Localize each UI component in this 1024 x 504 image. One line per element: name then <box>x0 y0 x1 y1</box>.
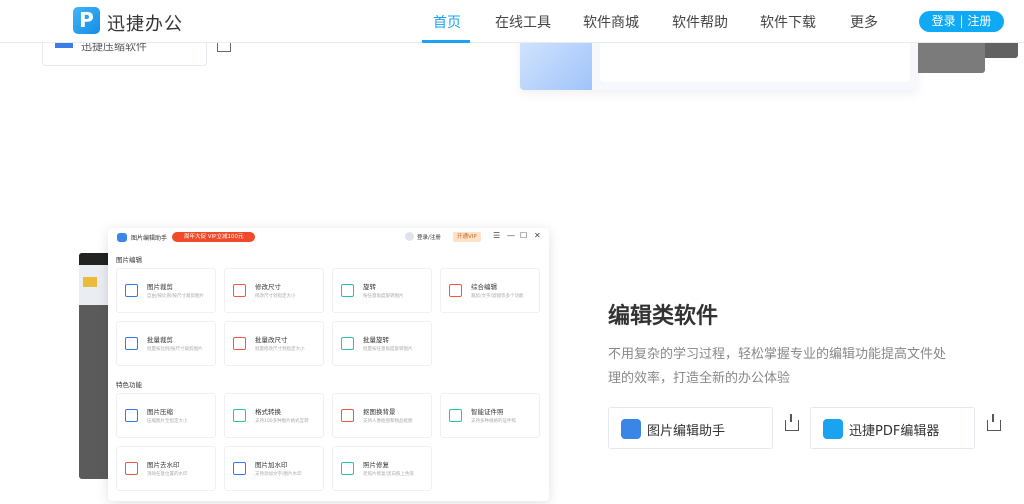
minimize-icon[interactable]: — <box>507 231 515 240</box>
tool-desc: 支持100多种图片格式互转 <box>255 419 309 424</box>
nav-software-download[interactable]: 软件下载 <box>760 12 816 32</box>
vip-button[interactable]: 开通VIP <box>453 232 481 242</box>
nav-more[interactable]: 更多 <box>850 12 878 32</box>
tool-card[interactable]: 旋转按任意角度旋转图片 <box>332 268 432 313</box>
tool-icon <box>341 337 354 350</box>
tool-card[interactable]: 抠图换背景支持人像抠图和物品抠图 <box>332 393 432 438</box>
nav-software-help[interactable]: 软件帮助 <box>672 12 728 32</box>
product-image-editor[interactable]: 图片编辑助手 <box>608 407 773 449</box>
folder-icon <box>83 277 97 287</box>
tool-card[interactable]: 图片去水印消除任意位置的水印 <box>116 446 216 491</box>
tool-desc: 修改尺寸到指定大小 <box>255 294 296 299</box>
tool-card[interactable]: 修改尺寸修改尺寸到指定大小 <box>224 268 324 313</box>
tool-title: 图片裁剪 <box>147 283 173 291</box>
nav-software-store[interactable]: 软件商城 <box>583 12 639 32</box>
tool-icon <box>449 284 462 297</box>
close-icon[interactable]: ✕ <box>534 231 541 240</box>
tool-desc: 消除任意位置的水印 <box>147 472 188 477</box>
tool-desc: 自由/按比例/按尺寸裁剪图片 <box>147 294 205 299</box>
tool-card[interactable]: 综合编辑裁剪/文字/滤镜等多个功能 <box>440 268 540 313</box>
tool-desc: 裁剪/文字/滤镜等多个功能 <box>471 294 524 299</box>
pdf-editor-icon <box>823 419 843 439</box>
feature-desc: 不用复杂的学习过程，轻松掌握专业的编辑功能提高文件处 <box>608 347 947 362</box>
tool-icon <box>341 409 354 422</box>
product-label: 迅捷PDF编辑器 <box>849 424 940 439</box>
tool-title: 照片修复 <box>363 461 389 469</box>
login-register-button[interactable]: 登录 | 注册 <box>919 11 1004 32</box>
site-header: P 迅捷办公 首页 在线工具 软件商城 软件帮助 软件下载 更多 登录 | 注册 <box>0 0 1024 43</box>
nav-home[interactable]: 首页 <box>433 12 461 32</box>
tool-card[interactable]: 批量改尺寸批量修改尺寸到指定大小 <box>224 321 324 366</box>
nav-online-tools[interactable]: 在线工具 <box>495 12 551 32</box>
app-screenshot: 图片编辑助手 周年大促 VIP立减100元 登录/注册 开通VIP ☰ — ☐ … <box>108 228 549 501</box>
tool-desc: 批量按任意角度旋转图片 <box>363 347 413 352</box>
tool-title: 综合编辑 <box>471 283 497 291</box>
image-editor-icon <box>621 419 641 439</box>
app-title-text: 图片编辑助手 <box>131 235 168 242</box>
tool-title: 旋转 <box>363 283 376 291</box>
tool-icon <box>125 462 138 475</box>
promo-banner[interactable]: 周年大促 VIP立减100元 <box>172 232 256 242</box>
tool-desc: 批量修改尺寸到指定大小 <box>255 347 305 352</box>
tool-desc: 按任意角度旋转图片 <box>363 294 404 299</box>
logo-icon[interactable]: P <box>73 7 100 34</box>
tool-title: 抠图换背景 <box>363 408 396 416</box>
tool-icon <box>125 284 138 297</box>
tool-icon <box>233 337 246 350</box>
tool-icon <box>449 409 462 422</box>
app-logo-icon <box>117 233 127 242</box>
tool-desc: 批量按比例/按尺寸裁剪图片 <box>147 347 203 352</box>
section-label: 特色功能 <box>116 381 142 389</box>
tool-card[interactable]: 批量裁剪批量按比例/按尺寸裁剪图片 <box>116 321 216 366</box>
tool-title: 智能证件照 <box>471 408 504 416</box>
tool-title: 批量裁剪 <box>147 336 173 344</box>
download-icon[interactable] <box>987 414 1001 431</box>
feature-title: 编辑类软件 <box>608 304 719 329</box>
tool-title: 图片加水印 <box>255 461 288 469</box>
tool-title: 图片压缩 <box>147 408 173 416</box>
tool-icon <box>125 409 138 422</box>
tool-title: 格式转换 <box>255 408 281 416</box>
product-label: 图片编辑助手 <box>647 424 726 439</box>
avatar <box>405 232 414 241</box>
maximize-icon[interactable]: ☐ <box>520 231 527 240</box>
tool-desc: 支持添加文字/图片水印 <box>255 472 302 477</box>
tool-desc: 支持人像抠图和物品抠图 <box>363 419 413 424</box>
tool-icon <box>341 284 354 297</box>
tool-title: 图片去水印 <box>147 461 180 469</box>
tool-card[interactable]: 照片修复老照片修复/黑白照上色等 <box>332 446 432 491</box>
tool-title: 批量改尺寸 <box>255 336 288 344</box>
tool-icon <box>233 284 246 297</box>
tool-card[interactable]: 批量旋转批量按任意角度旋转图片 <box>332 321 432 366</box>
tool-card[interactable]: 图片加水印支持添加文字/图片水印 <box>224 446 324 491</box>
download-icon[interactable] <box>785 414 799 431</box>
tool-icon <box>233 409 246 422</box>
tool-card[interactable]: 智能证件照支持多种规格的证件照 <box>440 393 540 438</box>
tool-desc: 支持多种规格的证件照 <box>471 419 516 424</box>
tool-icon <box>233 462 246 475</box>
tool-card[interactable]: 格式转换支持100多种图片格式互转 <box>224 393 324 438</box>
tool-desc: 压缩图片至指定大小 <box>147 419 188 424</box>
logo-text[interactable]: 迅捷办公 <box>107 10 183 36</box>
app-title: 图片编辑助手 <box>117 233 167 242</box>
tool-title: 批量旋转 <box>363 336 389 344</box>
user-login[interactable]: 登录/注册 <box>405 232 441 241</box>
tool-card[interactable]: 图片压缩压缩图片至指定大小 <box>116 393 216 438</box>
nav-active-indicator <box>422 40 470 43</box>
tool-icon <box>341 462 354 475</box>
product-pdf-editor[interactable]: 迅捷PDF编辑器 <box>810 407 975 449</box>
tool-icon <box>125 337 138 350</box>
tool-card[interactable]: 图片裁剪自由/按比例/按尺寸裁剪图片 <box>116 268 216 313</box>
section-label: 图片编辑 <box>116 256 142 264</box>
menu-icon[interactable]: ☰ <box>493 231 500 240</box>
tool-title: 修改尺寸 <box>255 283 281 291</box>
user-label: 登录/注册 <box>417 234 441 241</box>
feature-desc: 理的效率，打造全新的办公体验 <box>608 371 791 386</box>
tool-desc: 老照片修复/黑白照上色等 <box>363 472 415 477</box>
